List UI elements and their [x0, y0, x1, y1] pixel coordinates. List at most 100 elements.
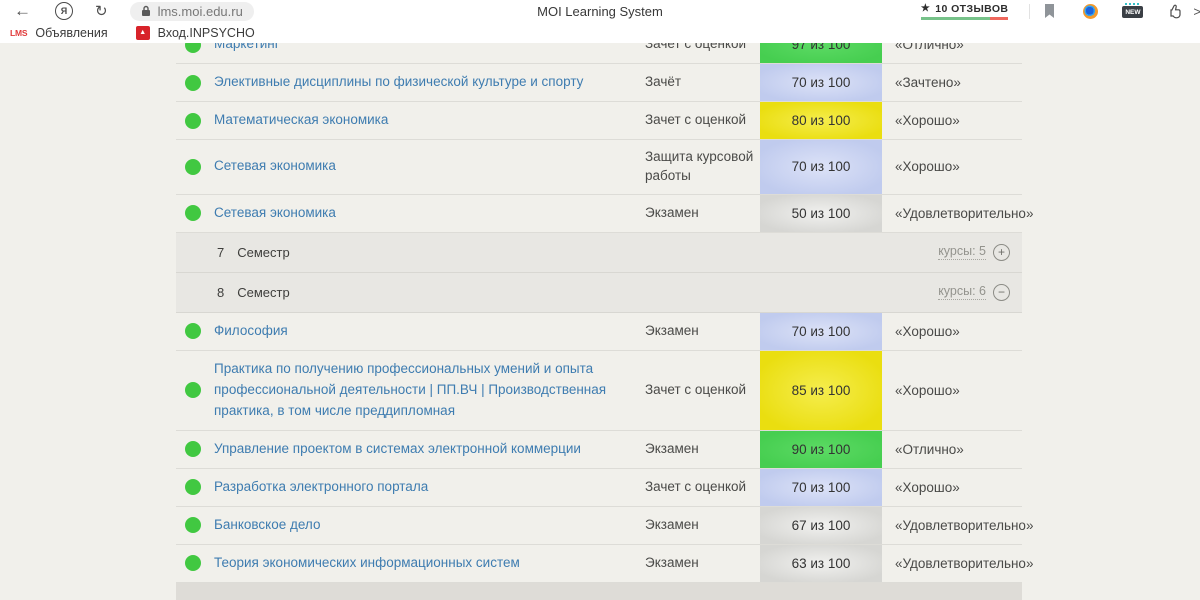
assessment-type: Экзамен	[645, 431, 760, 468]
assessment-type: Зачет с оценкой	[645, 102, 760, 139]
browser-toolbar: ← Я ↻ lms.moi.edu.ru MOI Learning System…	[0, 0, 1200, 22]
toolbar-divider	[1029, 4, 1030, 19]
course-link[interactable]: Элективные дисциплины по физической куль…	[214, 72, 583, 93]
score-cell: 80 из 100	[760, 102, 882, 139]
semester-row[interactable]: 7Семестркурсы: 5+	[176, 233, 1022, 273]
course-link[interactable]: Сетевая экономика	[214, 203, 336, 224]
status-dot-icon	[185, 159, 201, 175]
course-link[interactable]: Сетевая экономика	[214, 156, 336, 177]
assessment-type: Зачет с оценкой	[645, 469, 760, 506]
assessment-type: Защита курсовой работы	[645, 140, 760, 194]
course-name-cell: Маркетинг	[176, 43, 645, 63]
status-dot-icon	[185, 441, 201, 457]
grade-label: «Зачтено»	[882, 64, 1022, 101]
table-row: Математическая экономика Зачет с оценкой8…	[176, 102, 1022, 140]
course-table: МаркетингЗачет с оценкой97 из 100«Отличн…	[176, 43, 1022, 600]
table-row: Практика по получению профессиональных у…	[176, 351, 1022, 431]
lms-favicon: LMS	[10, 28, 27, 38]
grade-label: «Удовлетворительно»	[882, 507, 1022, 544]
status-dot-icon	[185, 479, 201, 495]
course-name-cell: Сетевая экономика	[176, 195, 645, 232]
profile-icon[interactable]: Я	[55, 2, 73, 20]
semester-number: 7	[217, 245, 224, 260]
score-cell: 90 из 100	[760, 431, 882, 468]
status-dot-icon	[185, 205, 201, 221]
score-cell: 70 из 100	[760, 469, 882, 506]
hand-gesture-icon[interactable]	[1167, 3, 1183, 19]
table-row: Теория экономических информационных сист…	[176, 545, 1022, 583]
assessment-type: Экзамен	[645, 545, 760, 582]
lms-page: МаркетингЗачет с оценкой97 из 100«Отличн…	[0, 43, 1200, 600]
course-name-cell: Математическая экономика	[176, 102, 645, 139]
url-text: lms.moi.edu.ru	[158, 4, 243, 19]
grade-label: «Хорошо»	[882, 351, 1022, 430]
course-link[interactable]: Практика по получению профессиональных у…	[214, 359, 635, 422]
grade-label: «Отлично»	[882, 43, 1022, 63]
score-cell: 50 из 100	[760, 195, 882, 232]
grade-label: «Удовлетворительно»	[882, 195, 1022, 232]
score-cell: 67 из 100	[760, 507, 882, 544]
courses-count-link[interactable]: курсы: 6	[938, 284, 986, 300]
bookmark-label: Вход.INPSYCHO	[158, 26, 255, 40]
assessment-type: Зачет с оценкой	[645, 43, 760, 63]
grade-label: «Отлично»	[882, 431, 1022, 468]
course-name-cell: Разработка электронного портала	[176, 469, 645, 506]
course-link[interactable]: Управление проектом в системах электронн…	[214, 439, 581, 460]
grade-label: «Хорошо»	[882, 140, 1022, 194]
assessment-type: Зачёт	[645, 64, 760, 101]
collapse-icon[interactable]: −	[993, 284, 1010, 301]
status-dot-icon	[185, 555, 201, 571]
bookmark-item-login[interactable]: ▲ Вход.INPSYCHO	[136, 26, 255, 40]
expand-icon[interactable]: +	[993, 244, 1010, 261]
bookmark-flag-icon[interactable]	[1044, 4, 1055, 19]
course-name-cell: Практика по получению профессиональных у…	[176, 351, 645, 430]
course-link[interactable]: Философия	[214, 321, 288, 342]
emblem-favicon: ▲	[136, 26, 150, 40]
score-cell: 97 из 100	[760, 43, 882, 63]
extension-circle-icon[interactable]	[1083, 4, 1098, 19]
status-dot-icon	[185, 113, 201, 129]
table-row: Элективные дисциплины по физической куль…	[176, 64, 1022, 102]
lock-icon	[141, 5, 151, 17]
table-row: Управление проектом в системах электронн…	[176, 431, 1022, 469]
edge-chevron-icon[interactable]: >	[1193, 4, 1200, 19]
reviews-widget[interactable]: ★ 10 отзывов	[921, 3, 1008, 20]
status-dot-icon	[185, 382, 201, 398]
course-link[interactable]: Математическая экономика	[214, 110, 388, 131]
table-row: Разработка электронного портала Зачет с о…	[176, 469, 1022, 507]
course-link[interactable]: Маркетинг	[214, 43, 280, 55]
table-row: Маркетинг Зачет с оценкой97 из 100«Отличн…	[176, 43, 1022, 64]
back-icon[interactable]: ←	[14, 1, 31, 21]
score-cell: 70 из 100	[760, 140, 882, 194]
score-cell: 70 из 100	[760, 313, 882, 350]
table-row: Философия Экзамен70 из 100«Хорошо»	[176, 313, 1022, 351]
semester-number: 8	[217, 285, 224, 300]
course-name-cell: Философия	[176, 313, 645, 350]
semester-label: Семестр	[237, 285, 289, 300]
course-name-cell: Теория экономических информационных сист…	[176, 545, 645, 582]
assessment-type: Экзамен	[645, 313, 760, 350]
status-dot-icon	[185, 323, 201, 339]
assessment-type: Зачет с оценкой	[645, 351, 760, 430]
bookmark-label: Объявления	[35, 26, 107, 40]
status-dot-icon	[185, 517, 201, 533]
table-row: Сетевая экономикаЭкзамен50 из 100«Удовле…	[176, 195, 1022, 233]
semester-row[interactable]: 8 Семестр курсы: 6−	[176, 273, 1022, 313]
courses-count-link[interactable]: курсы: 5	[938, 244, 986, 260]
new-extension-icon[interactable]: NEW	[1122, 6, 1143, 18]
score-cell: 70 из 100	[760, 64, 882, 101]
course-link[interactable]: Разработка электронного портала	[214, 477, 428, 498]
bookmarks-bar: LMS Объявления ▲ Вход.INPSYCHO	[0, 22, 1200, 43]
status-dot-icon	[185, 75, 201, 91]
grade-label: «Хорошо»	[882, 469, 1022, 506]
reviews-count-label: 10 отзывов	[935, 3, 1008, 15]
refresh-icon[interactable]: ↻	[95, 2, 108, 20]
grade-label: «Хорошо»	[882, 313, 1022, 350]
rating-bar	[921, 17, 1008, 20]
course-link[interactable]: Банковское дело	[214, 515, 320, 536]
address-bar[interactable]: lms.moi.edu.ru	[130, 2, 254, 21]
bookmark-item-announcements[interactable]: LMS Объявления	[10, 26, 108, 40]
score-cell: 85 из 100	[760, 351, 882, 430]
course-link[interactable]: Теория экономических информационных сист…	[214, 553, 520, 574]
score-cell: 63 из 100	[760, 545, 882, 582]
